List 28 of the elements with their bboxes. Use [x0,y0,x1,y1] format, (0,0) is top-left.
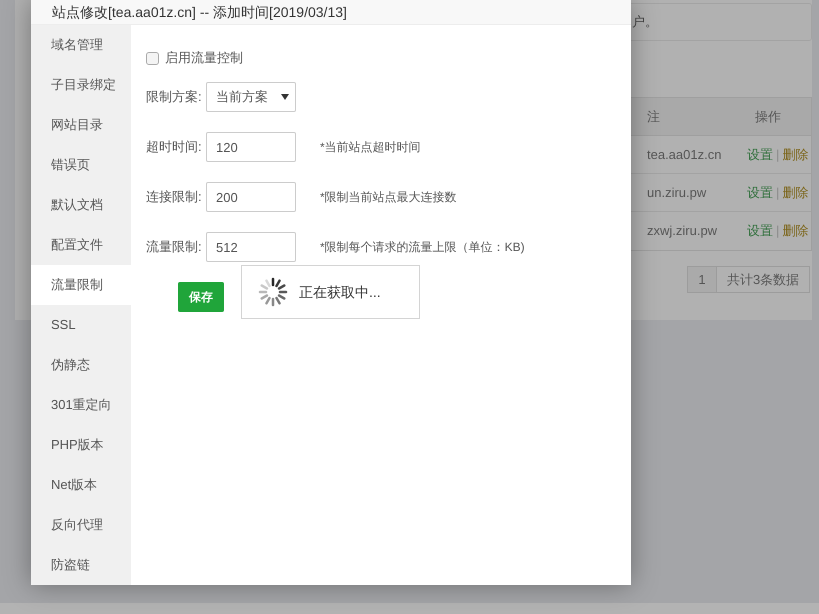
hint-text: *限制每个请求的流量上限（单位：KB) [320,239,525,256]
input-field[interactable]: 120 [206,132,296,162]
separator: | [776,146,780,164]
separator: | [776,184,780,202]
loading-text: 正在获取中... [299,282,381,302]
hint-text: *当前站点超时时间 [320,139,421,156]
spinner-icon [257,276,289,308]
dialog-title: 站点修改[tea.aa01z.cn] -- 添加时间[2019/03/13] [52,3,347,22]
checkbox-label: 启用流量控制 [165,49,243,68]
input-field[interactable]: 200 [206,182,296,212]
field-label: 流量限制: [146,238,203,256]
field-label: 超时时间: [146,138,203,156]
table-cell-text: tea.aa01z.cn [647,146,722,164]
field-label: 限制方案: [146,88,203,106]
column-header: 注 [647,108,661,126]
table-cell-text: un.ziru.pw [647,184,708,202]
total-count: 共计3条数据 [726,270,800,289]
column-header: 操作 [755,108,781,126]
hint-text: *限制当前站点最大连接数 [320,189,457,206]
plan-select[interactable]: 当前方案 [206,82,296,112]
notice-text: 户。 [632,13,658,32]
caret-icon [281,94,289,100]
checkbox[interactable] [146,52,159,64]
separator: | [776,222,780,240]
field-label: 连接限制: [146,188,203,206]
table-cell-text: zxwj.ziru.pw [647,222,718,240]
input-field[interactable]: 512 [206,232,296,262]
sidebar-item[interactable]: 流量限制 [31,265,131,305]
